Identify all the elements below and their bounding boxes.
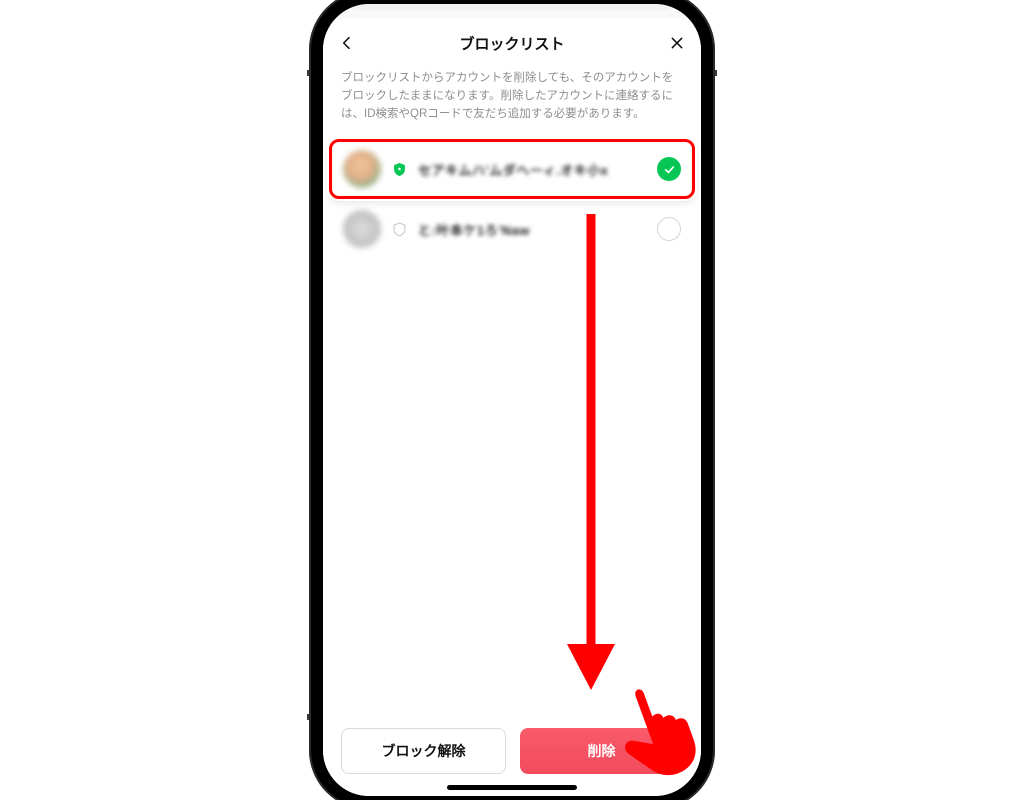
footer-actions: ブロック解除 削除 (323, 714, 701, 796)
page-title: ブロックリスト (459, 33, 564, 54)
home-indicator (447, 785, 577, 790)
checkbox[interactable] (657, 157, 681, 181)
check-icon (663, 163, 676, 176)
modal-card: ブロックリスト ブロックリストからアカウントを削除しても、そのアカウントをブロッ… (323, 18, 701, 796)
shield-verified-icon (393, 162, 406, 177)
contacts-list: セアキムハ'ムダヘーィ.オキ小x と:叶本ケ1ろ'Naw (323, 133, 701, 259)
screen: ブロックリスト ブロックリストからアカウントを削除しても、そのアカウントをブロッ… (323, 4, 701, 796)
avatar (343, 210, 381, 248)
list-item[interactable]: セアキムハ'ムダヘーィ.オキ小x (323, 139, 701, 199)
contact-name: と:叶本ケ1ろ'Naw (418, 220, 645, 239)
unblock-button[interactable]: ブロック解除 (341, 728, 506, 774)
phone-frame: ブロックリスト ブロックリストからアカウントを削除しても、そのアカウントをブロッ… (309, 0, 715, 800)
close-icon (669, 35, 685, 51)
shield-icon (393, 222, 406, 237)
contact-name: セアキムハ'ムダヘーィ.オキ小x (418, 160, 645, 179)
back-button[interactable] (327, 23, 367, 63)
checkbox[interactable] (657, 217, 681, 241)
header: ブロックリスト (323, 18, 701, 68)
description-text: ブロックリストからアカウントを削除しても、そのアカウントをブロックしたままになり… (323, 68, 701, 129)
chevron-left-icon (339, 35, 355, 51)
avatar (343, 150, 381, 188)
close-button[interactable] (657, 23, 697, 63)
button-label: 削除 (588, 741, 616, 761)
button-label: ブロック解除 (382, 741, 466, 761)
list-item[interactable]: と:叶本ケ1ろ'Naw (323, 199, 701, 259)
delete-button[interactable]: 削除 (520, 728, 683, 774)
